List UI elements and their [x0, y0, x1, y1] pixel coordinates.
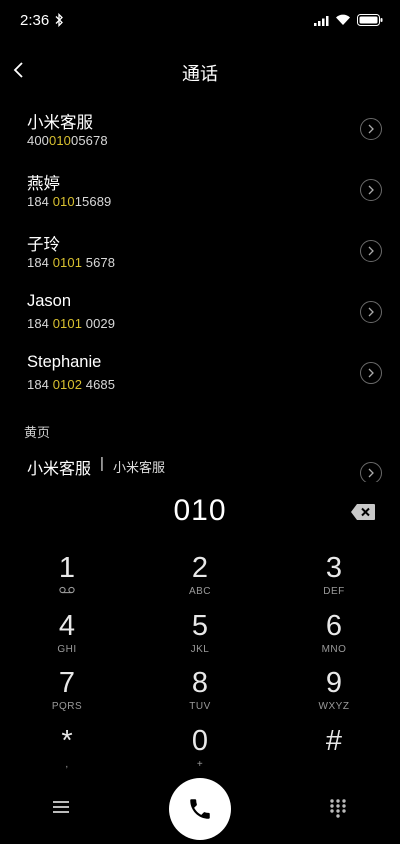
menu-icon[interactable]: [50, 796, 72, 818]
status-bar: 2:36: [0, 0, 400, 40]
key-digit: 9: [325, 667, 343, 699]
contact-number: 184 0101 0029: [27, 316, 116, 331]
phone-icon: [190, 799, 210, 819]
key-letters: MNO: [321, 644, 347, 655]
contact-name: 子玲: [27, 236, 60, 254]
key-digit: 2: [191, 552, 209, 584]
contact-name: Jason: [27, 292, 72, 310]
chevron-right-icon: [368, 246, 374, 256]
status-time: 2:36: [20, 12, 50, 29]
dial-key-star[interactable]: * ,: [17, 725, 117, 779]
contact-name: 燕婷: [27, 175, 60, 193]
signal-icon: [314, 16, 329, 26]
contact-detail-button[interactable]: [360, 118, 382, 140]
yellow-pages-desc: 小米客服: [113, 460, 166, 475]
key-digit: #: [325, 725, 343, 757]
wifi-icon: [336, 14, 350, 25]
key-letters: DEF: [323, 586, 345, 597]
backspace-icon[interactable]: [350, 503, 376, 521]
chevron-right-icon: [368, 307, 374, 317]
key-digit: *: [61, 725, 73, 757]
key-digit: 6: [325, 610, 343, 642]
dial-key-7[interactable]: 7 PQRS: [17, 667, 117, 721]
call-button[interactable]: [169, 778, 231, 840]
key-letters: +: [196, 759, 204, 770]
list-item[interactable]: 子玲 184 0101 5678: [0, 226, 400, 287]
contact-detail-button[interactable]: [360, 240, 382, 262]
section-label-yellow-pages: 黄页: [24, 425, 51, 440]
dialpad: 010 1 2 ABC 3 DEF 4 GHI 5 JKL 6 MNO 7 PQ…: [0, 482, 400, 844]
dial-key-1[interactable]: 1: [17, 552, 117, 606]
page-title: 通话: [182, 64, 218, 84]
contact-detail-button[interactable]: [360, 362, 382, 384]
key-digit: 7: [58, 667, 76, 699]
list-item[interactable]: Jason 184 0101 0029: [0, 287, 400, 348]
dial-key-2[interactable]: 2 ABC: [150, 552, 250, 606]
dial-key-0[interactable]: 0 +: [150, 725, 250, 779]
chevron-right-icon: [368, 368, 374, 378]
key-letters: ,: [65, 759, 69, 770]
contact-number: 184 0101 5678: [27, 255, 116, 270]
dial-key-4[interactable]: 4 GHI: [17, 610, 117, 664]
contact-number: 184 0102 4685: [27, 377, 116, 392]
list-item[interactable]: 燕婷 184 01015689: [0, 165, 400, 226]
dial-key-6[interactable]: 6 MNO: [284, 610, 384, 664]
contact-detail-button[interactable]: [360, 179, 382, 201]
voicemail-icon: [59, 586, 75, 594]
chevron-right-icon: [368, 185, 374, 195]
chevron-right-icon: [368, 124, 374, 134]
key-digit: 8: [191, 667, 209, 699]
contact-detail-button[interactable]: [360, 301, 382, 323]
dial-key-3[interactable]: 3 DEF: [284, 552, 384, 606]
bluetooth-icon: [55, 13, 63, 27]
key-digit: 0: [191, 725, 209, 757]
key-digit: 1: [58, 552, 76, 584]
contact-number: 40001005678: [27, 133, 108, 148]
contact-list: 小米客服 40001005678 燕婷 184 01015689 子玲 184 …: [0, 104, 400, 409]
key-letters: ABC: [188, 586, 212, 597]
contact-name: 小米客服: [27, 114, 93, 132]
key-letters: GHI: [57, 644, 77, 655]
dial-key-8[interactable]: 8 TUV: [150, 667, 250, 721]
key-digit: 5: [191, 610, 209, 642]
battery-icon: [357, 14, 383, 26]
contact-name: Stephanie: [27, 353, 102, 371]
yellow-pages-detail-button[interactable]: [360, 462, 382, 484]
list-item[interactable]: 小米客服 40001005678: [0, 104, 400, 165]
chevron-right-icon: [368, 468, 374, 478]
bottom-bar: [0, 778, 400, 844]
key-letters: WXYZ: [318, 701, 350, 712]
key-letters: TUV: [189, 701, 211, 712]
header: 通话: [0, 48, 400, 92]
key-letters: JKL: [190, 644, 210, 655]
key-digit: 3: [325, 552, 343, 584]
keypad-icon[interactable]: [328, 798, 348, 818]
contact-number: 184 01015689: [27, 194, 112, 209]
key-letters: PQRS: [51, 701, 83, 712]
dial-key-hash[interactable]: #: [284, 725, 384, 779]
dial-display[interactable]: 010: [0, 494, 400, 528]
key-digit: 4: [58, 610, 76, 642]
key-letters: [284, 759, 384, 771]
dial-key-9[interactable]: 9 WXYZ: [284, 667, 384, 721]
yellow-pages-separator: |: [100, 455, 104, 472]
yellow-pages-item[interactable]: 小米客服 | 小米客服: [0, 452, 400, 484]
yellow-pages-name: 小米客服: [27, 461, 92, 478]
list-item[interactable]: Stephanie 184 0102 4685: [0, 348, 400, 409]
dial-key-5[interactable]: 5 JKL: [150, 610, 250, 664]
